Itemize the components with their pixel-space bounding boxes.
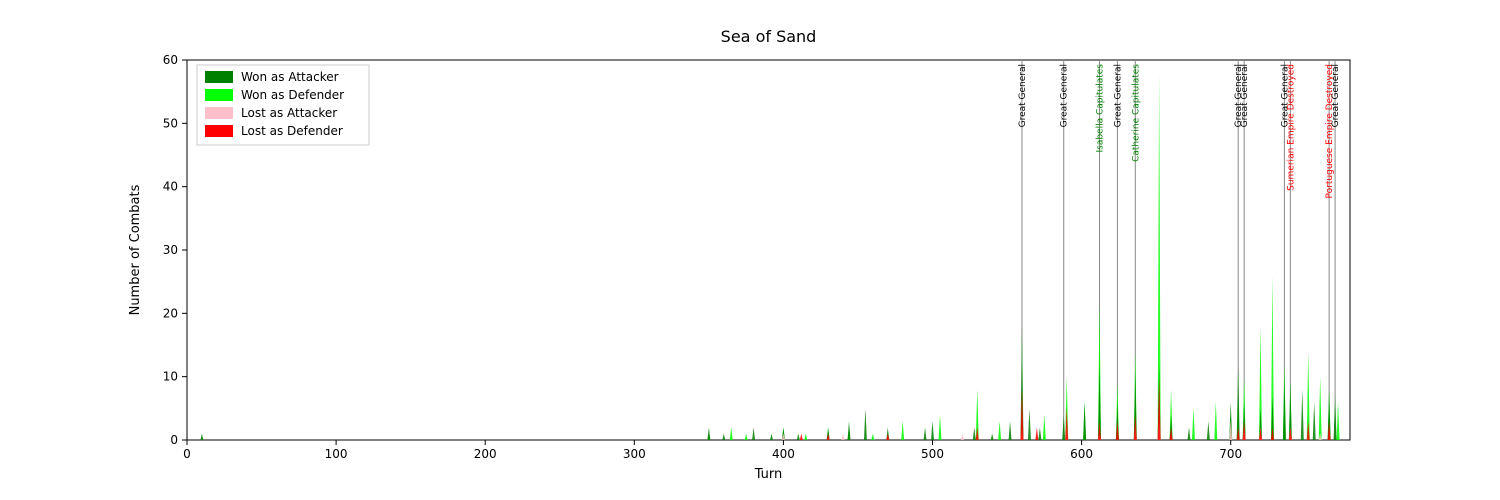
y-tick-label: 60	[163, 53, 178, 67]
y-axis-label: Number of Combats	[128, 184, 143, 315]
event-label: Great General	[1331, 64, 1341, 127]
chart-container: 0 100 200 300 400 500 600 700 0 10 20 30 40 50 60 Turn N…	[0, 0, 1500, 500]
event-label: Catherine Capitulates	[1131, 64, 1141, 162]
y-tick-label: 30	[163, 243, 178, 257]
x-tick-label: 300	[623, 447, 646, 461]
y-tick-label: 20	[163, 306, 178, 320]
x-tick-label: 400	[772, 447, 795, 461]
event-label: Sumerian Empire Destroyed	[1286, 64, 1296, 191]
event-label: Great General	[1018, 64, 1028, 127]
legend-swatch	[205, 89, 233, 101]
y-tick-label: 10	[163, 370, 178, 384]
data-series	[782, 421, 1322, 440]
data-series	[200, 326, 1336, 440]
legend-label: Won as Attacker	[241, 70, 339, 84]
chart-title: Sea of Sand	[721, 27, 817, 46]
x-tick-label: 500	[921, 447, 944, 461]
x-tick-label: 600	[1070, 447, 1093, 461]
y-tick-label: 50	[163, 116, 178, 130]
legend-swatch	[205, 71, 233, 83]
x-tick-label: 200	[474, 447, 497, 461]
legend-swatch	[205, 125, 233, 137]
y-tick-label: 0	[170, 433, 178, 447]
x-tick-label: 0	[183, 447, 191, 461]
x-tick-label: 100	[325, 447, 348, 461]
x-tick-label: 700	[1219, 447, 1242, 461]
event-label: Great General	[1113, 64, 1123, 127]
legend-label: Lost as Defender	[241, 124, 343, 138]
event-label: Great General	[1060, 64, 1070, 127]
event-label: Great General	[1240, 64, 1250, 127]
data-series	[800, 377, 1331, 440]
legend-label: Won as Defender	[241, 88, 344, 102]
event-label: Isabella Capitulates	[1096, 64, 1106, 153]
legend-label: Lost as Attacker	[241, 106, 337, 120]
y-tick-label: 40	[163, 180, 178, 194]
legend-swatch	[205, 107, 233, 119]
x-axis-label: Turn	[754, 467, 783, 482]
